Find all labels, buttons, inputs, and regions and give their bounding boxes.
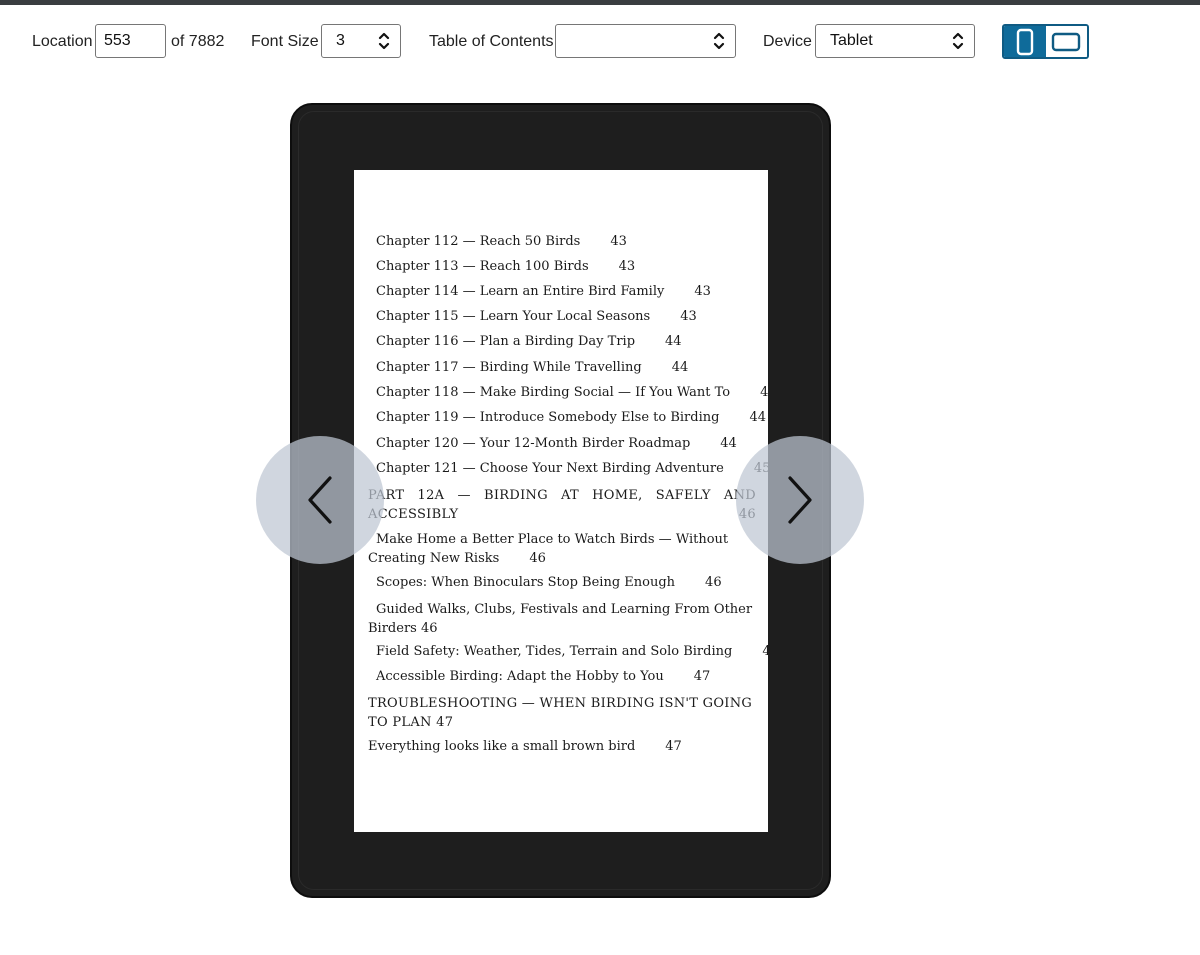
toc-entry[interactable]: PART 12A — BIRDING AT HOME, SAFELY AND A… xyxy=(368,486,756,524)
orientation-toggle xyxy=(1002,24,1089,59)
toc-entry[interactable]: Chapter 115 — Learn Your Local Seasons 43 xyxy=(376,309,764,324)
toc-entry[interactable]: Chapter 118 — Make Birding Social — If Y… xyxy=(376,385,768,400)
toc-entry[interactable]: Chapter 119 — Introduce Somebody Else to… xyxy=(376,410,766,425)
portrait-button[interactable] xyxy=(1004,26,1046,57)
chevron-right-icon xyxy=(788,476,812,524)
landscape-button[interactable] xyxy=(1045,26,1087,57)
toc-entry[interactable]: Chapter 112 — Reach 50 Birds 43 xyxy=(376,234,764,249)
toc-entry[interactable]: Guided Walks, Clubs, Festivals and Learn… xyxy=(368,600,756,638)
location-input[interactable] xyxy=(95,24,166,58)
toc-entry[interactable]: Chapter 120 — Your 12-Month Birder Roadm… xyxy=(376,436,764,451)
toc-entry[interactable]: Field Safety: Weather, Tides, Terrain an… xyxy=(376,644,768,659)
toc-entry[interactable]: Everything looks like a small brown bird… xyxy=(368,739,756,754)
device-value: Tablet xyxy=(830,32,873,49)
toc-entry[interactable]: Chapter 121 — Choose Your Next Birding A… xyxy=(376,461,768,476)
toc-entry[interactable]: Chapter 113 — Reach 100 Birds 43 xyxy=(376,259,764,274)
next-page-button[interactable] xyxy=(736,436,864,564)
chevron-up-down-icon xyxy=(952,32,964,50)
toc-entry[interactable]: TROUBLESHOOTING — WHEN BIRDING ISN'T GOI… xyxy=(368,694,756,732)
toc-entry[interactable]: Chapter 114 — Learn an Entire Bird Famil… xyxy=(376,284,764,299)
device-label: Device xyxy=(763,33,812,50)
previous-page-button[interactable] xyxy=(256,436,384,564)
toc-entry[interactable]: Accessible Birding: Adapt the Hobby to Y… xyxy=(376,669,764,684)
location-label: Location xyxy=(32,33,93,50)
landscape-icon xyxy=(1052,32,1081,51)
font-size-select[interactable]: 3 xyxy=(321,24,401,58)
device-select[interactable]: Tablet xyxy=(815,24,975,58)
toc-select[interactable] xyxy=(555,24,736,58)
chevron-up-down-icon xyxy=(713,32,725,50)
font-size-label: Font Size xyxy=(251,33,319,50)
portrait-icon xyxy=(1016,28,1033,55)
toc-entry[interactable]: Make Home a Better Place to Watch Birds … xyxy=(368,530,756,568)
chevron-up-down-icon xyxy=(378,32,390,50)
book-page: Chapter 112 — Reach 50 Birds 43 Chapter 1… xyxy=(354,170,768,832)
location-total: of 7882 xyxy=(171,33,225,50)
toc-entry[interactable]: Scopes: When Binoculars Stop Being Enoug… xyxy=(376,575,764,590)
top-bar xyxy=(0,0,1200,5)
toc-label: Table of Contents xyxy=(429,33,554,50)
toc-entry[interactable]: Chapter 116 — Plan a Birding Day Trip 44 xyxy=(376,334,764,349)
toc-entry[interactable]: Chapter 117 — Birding While Travelling 44 xyxy=(376,360,764,375)
chevron-left-icon xyxy=(308,476,332,524)
font-size-value: 3 xyxy=(336,32,345,49)
reader-toolbar: Location of 7882 Font Size 3 Table of Co… xyxy=(0,24,1200,60)
